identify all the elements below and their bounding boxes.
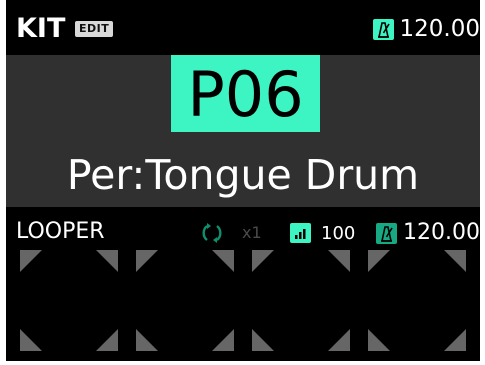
looper-panel: LOOPER x1 100 120.00: [6, 207, 480, 361]
edit-badge[interactable]: EDIT: [75, 21, 114, 37]
volume-value[interactable]: 100: [321, 221, 355, 247]
device-screen: KIT EDIT 120.00 P06 Per:Tongue Drum LOOP…: [6, 0, 480, 361]
looper-tempo-display[interactable]: 120.00: [376, 220, 480, 246]
patch-panel: P06 Per:Tongue Drum: [6, 55, 480, 207]
patch-number[interactable]: P06: [171, 55, 320, 132]
mode-label: KIT: [16, 13, 66, 44]
repeat-count: x1: [242, 223, 262, 242]
tempo-value: 120.00: [399, 16, 480, 42]
top-bar: KIT EDIT 120.00: [6, 0, 480, 55]
volume-bars-icon: [290, 223, 311, 243]
looper-pad-2[interactable]: [136, 250, 234, 351]
looper-pad-4[interactable]: [368, 250, 466, 351]
patch-name: Per:Tongue Drum: [66, 151, 420, 199]
looper-tempo-value: 120.00: [403, 220, 480, 245]
looper-pad-1[interactable]: [20, 250, 118, 351]
tempo-display[interactable]: 120.00: [372, 14, 480, 44]
looper-pad-3[interactable]: [252, 250, 350, 351]
looper-label: LOOPER: [16, 219, 105, 244]
metronome-icon: [376, 222, 398, 244]
looper-pads: [20, 250, 480, 354]
loop-icon: [202, 223, 222, 243]
metronome-icon: [372, 18, 394, 40]
